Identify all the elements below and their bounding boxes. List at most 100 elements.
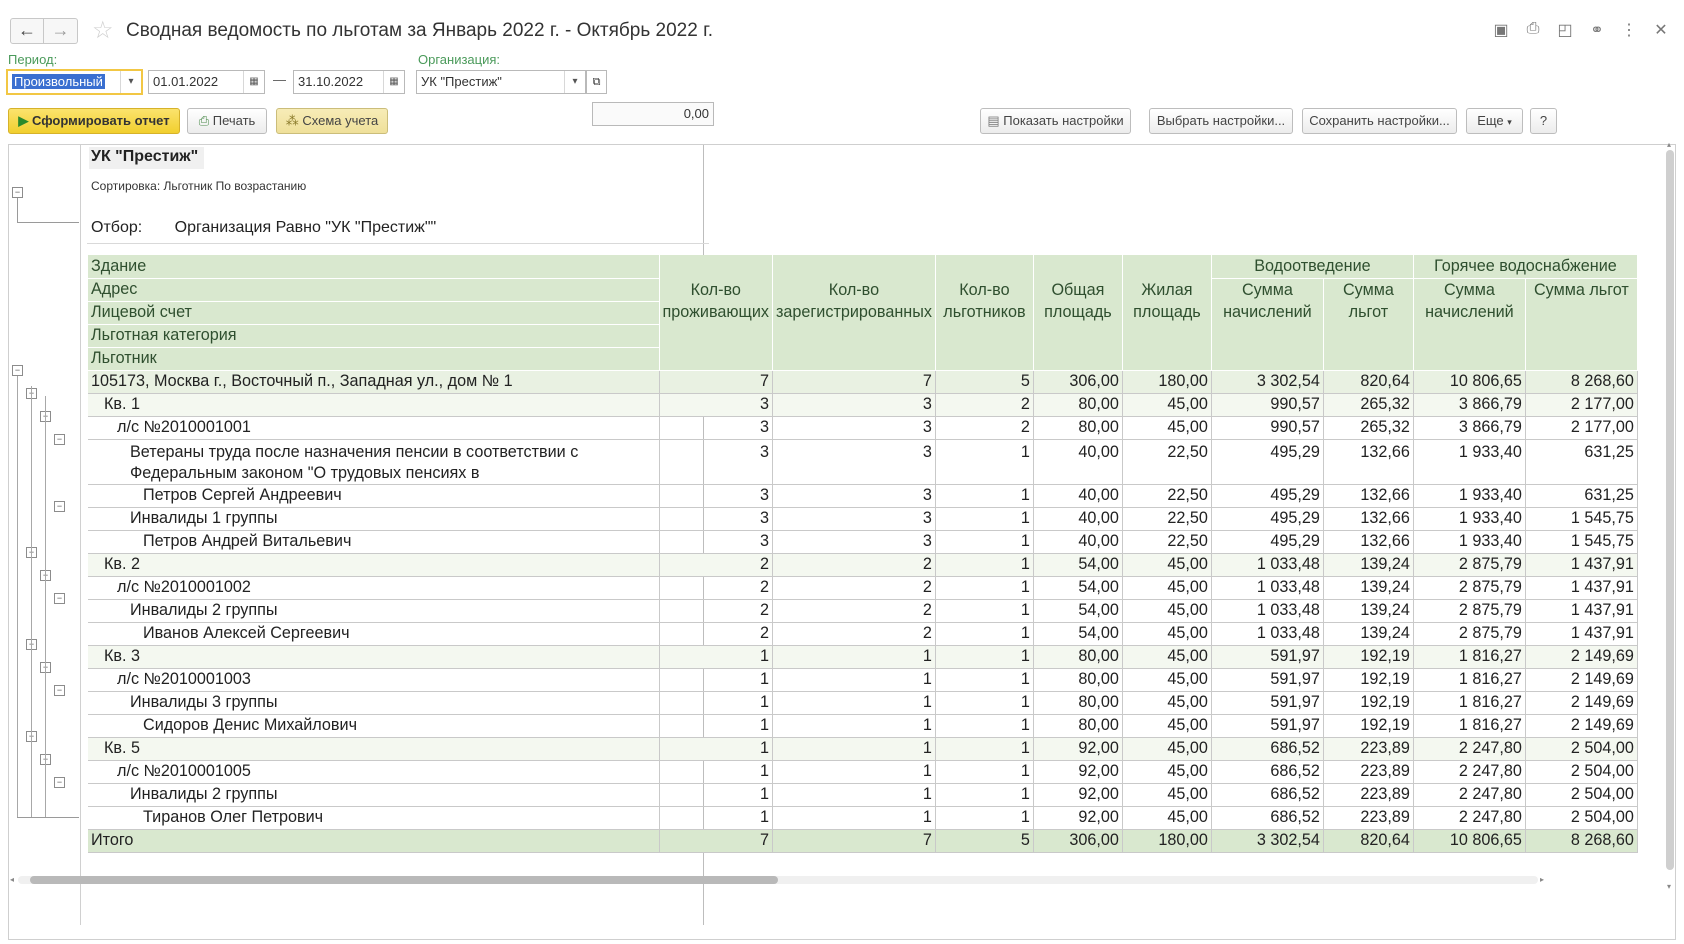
account-row[interactable]: л/с №2010001002 2 2 1 54,00 45,00 1 033,48 139,… xyxy=(88,576,1638,600)
forward-button[interactable]: → xyxy=(44,18,78,44)
category-row[interactable]: Инвалиды 3 группы 1 1 1 80,00 45,00 591,97 192,… xyxy=(88,691,1638,715)
collapse-icon[interactable]: − xyxy=(54,434,65,445)
account-row[interactable]: л/с №2010001001 3 3 2 80,00 45,00 990,57 265,32… xyxy=(88,416,1638,440)
show-settings-label: Показать настройки xyxy=(1003,113,1124,128)
print-icon[interactable]: ⎙ xyxy=(1524,20,1542,40)
apartment-row[interactable]: Кв. 5 1 1 1 92,00 45,00 686,52 223,89 2 247,80 2 … xyxy=(88,737,1638,761)
cell-total-area: 40,00 xyxy=(1033,439,1123,485)
accounting-scheme-button[interactable]: ⁂ Схема учета xyxy=(276,108,388,134)
apartment-row[interactable]: Кв. 1 3 3 2 80,00 45,00 990,57 265,32 3 866,79 2 … xyxy=(88,393,1638,417)
cell-beneficiaries: 1 xyxy=(935,530,1034,554)
account-row[interactable]: л/с №2010001003 1 1 1 80,00 45,00 591,97 192,19… xyxy=(88,668,1638,692)
cell-beneficiaries: 1 xyxy=(935,484,1034,508)
cell-hotwater-accrual: 2 247,80 xyxy=(1413,783,1526,807)
scroll-right-icon[interactable]: ▸ xyxy=(1540,875,1544,884)
period-select[interactable]: Произвольный ▾ xyxy=(6,69,143,95)
open-organization-button[interactable]: ⧉ xyxy=(586,70,607,94)
account-row[interactable]: л/с №2010001005 1 1 1 92,00 45,00 686,52 223,89… xyxy=(88,760,1638,784)
favorite-star-icon[interactable]: ☆ xyxy=(92,16,114,45)
print-button[interactable]: ⎙ Печать xyxy=(187,108,267,134)
cell-hotwater-benefit: 2 149,69 xyxy=(1525,714,1638,738)
generate-report-button[interactable]: ▶ Сформировать отчет xyxy=(8,108,180,134)
collapse-icon[interactable]: − xyxy=(54,685,65,696)
cell-drainage-benefit: 132,66 xyxy=(1323,507,1414,531)
total-living-area: 180,00 xyxy=(1122,828,1212,853)
tree-line xyxy=(31,386,32,817)
row-label: Иванов Алексей Сергеевич xyxy=(88,622,660,646)
close-icon[interactable]: ✕ xyxy=(1652,20,1670,40)
report-organization: УК "Престиж" xyxy=(89,147,205,169)
help-button[interactable]: ? xyxy=(1530,108,1557,134)
cell-drainage-accrual: 1 033,48 xyxy=(1211,599,1324,623)
cell-hotwater-accrual: 1 816,27 xyxy=(1413,668,1526,692)
collapse-icon[interactable]: − xyxy=(54,593,65,604)
preview-icon[interactable]: ◰ xyxy=(1556,20,1574,40)
category-row[interactable]: Инвалиды 2 группы 2 2 1 54,00 45,00 1 033,48 13… xyxy=(88,599,1638,623)
cell-drainage-accrual: 591,97 xyxy=(1211,714,1324,738)
scroll-left-icon[interactable]: ◂ xyxy=(10,875,14,884)
collapse-icon[interactable]: − xyxy=(12,187,23,198)
apartment-row[interactable]: Кв. 2 2 2 1 54,00 45,00 1 033,48 139,24 2 875,79… xyxy=(88,553,1638,577)
row-label: Тиранов Олег Петрович xyxy=(88,806,660,830)
cell-drainage-accrual: 686,52 xyxy=(1211,760,1324,784)
more-icon[interactable]: ⋮ xyxy=(1620,20,1638,40)
header-address: Адрес xyxy=(88,278,660,302)
cell-beneficiaries: 5 xyxy=(935,370,1034,394)
cell-residents: 2 xyxy=(659,553,773,577)
collapse-icon[interactable]: − xyxy=(12,365,23,376)
header-drainage: Водоотведение xyxy=(1211,255,1414,279)
cell-living-area: 45,00 xyxy=(1122,691,1212,715)
collapse-icon[interactable]: − xyxy=(54,501,65,512)
date-to-field[interactable]: 31.10.2022 ▦ xyxy=(293,70,405,94)
collapse-icon[interactable]: − xyxy=(54,777,65,788)
calendar-icon[interactable]: ▦ xyxy=(243,71,264,93)
save-icon[interactable]: ▣ xyxy=(1492,20,1510,40)
cell-hotwater-benefit: 1 437,91 xyxy=(1525,599,1638,623)
cell-drainage-accrual: 495,29 xyxy=(1211,530,1324,554)
show-settings-button[interactable]: ▤ Показать настройки xyxy=(980,108,1131,134)
beneficiary-row[interactable]: Иванов Алексей Сергеевич 2 2 1 54,00 45,00 1 0… xyxy=(88,622,1638,646)
cell-registered: 1 xyxy=(772,806,936,830)
cell-drainage-accrual: 495,29 xyxy=(1211,507,1324,531)
vertical-scroll-thumb[interactable] xyxy=(1666,150,1674,870)
beneficiary-row[interactable]: Петров Сергей Андреевич 3 3 1 40,00 22,50 495,… xyxy=(88,484,1638,508)
cell-hotwater-accrual: 3 866,79 xyxy=(1413,393,1526,417)
beneficiary-row[interactable]: Петров Андрей Витальевич 3 3 1 40,00 22,50 495… xyxy=(88,530,1638,554)
beneficiary-row[interactable]: Сидоров Денис Михайлович 1 1 1 80,00 45,00 591… xyxy=(88,714,1638,738)
more-button[interactable]: Еще ▾ xyxy=(1466,108,1523,134)
report-spreadsheet[interactable]: − УК "Престиж" Сортировка: Льготник По в… xyxy=(8,144,1676,940)
cell-drainage-benefit: 192,19 xyxy=(1323,714,1414,738)
choose-settings-button[interactable]: Выбрать настройки... xyxy=(1149,108,1293,134)
cell-registered: 3 xyxy=(772,507,936,531)
chevron-down-icon[interactable]: ▾ xyxy=(120,71,141,93)
category-row[interactable]: Инвалиды 1 группы 3 3 1 40,00 22,50 495,29 132,… xyxy=(88,507,1638,531)
link-icon[interactable]: ⚭ xyxy=(1588,20,1606,40)
horizontal-scroll-thumb[interactable] xyxy=(30,876,778,884)
date-to-value: 31.10.2022 xyxy=(298,74,364,89)
apartment-row[interactable]: Кв. 3 1 1 1 80,00 45,00 591,97 192,19 1 816,27 2 … xyxy=(88,645,1638,669)
category-row[interactable]: Инвалиды 2 группы 1 1 1 92,00 45,00 686,52 223,… xyxy=(88,783,1638,807)
vertical-scrollbar[interactable] xyxy=(1666,150,1674,880)
cell-hotwater-benefit: 1 545,75 xyxy=(1525,530,1638,554)
calendar-icon[interactable]: ▦ xyxy=(383,71,404,93)
organization-select[interactable]: УК "Престиж" ▾ xyxy=(416,70,586,94)
save-settings-button[interactable]: Сохранить настройки... xyxy=(1302,108,1457,134)
cell-hotwater-benefit: 631,25 xyxy=(1525,439,1638,485)
date-from-field[interactable]: 01.01.2022 ▦ xyxy=(148,70,265,94)
back-button[interactable]: ← xyxy=(10,18,44,44)
tree-line xyxy=(17,198,18,222)
header-divider xyxy=(87,243,709,244)
date-from-value: 01.01.2022 xyxy=(153,74,219,89)
cell-hotwater-benefit: 2 504,00 xyxy=(1525,737,1638,761)
beneficiary-row[interactable]: Тиранов Олег Петрович 1 1 1 92,00 45,00 686,52… xyxy=(88,806,1638,830)
sum-field: 0,00 xyxy=(592,102,714,126)
chevron-down-icon[interactable]: ▾ xyxy=(564,71,585,93)
scroll-down-icon[interactable]: ▾ xyxy=(1667,882,1671,891)
category-row[interactable]: Ветераны труда после назначения пенсии в… xyxy=(88,439,1638,485)
building-row[interactable]: 105173, Москва г., Восточный п., Западна… xyxy=(88,370,1638,394)
scroll-up-icon[interactable]: ▴ xyxy=(1667,140,1671,149)
cell-hotwater-accrual: 2 875,79 xyxy=(1413,576,1526,600)
cell-living-area: 22,50 xyxy=(1122,530,1212,554)
cell-drainage-benefit: 223,89 xyxy=(1323,737,1414,761)
horizontal-scrollbar[interactable] xyxy=(18,876,1538,884)
